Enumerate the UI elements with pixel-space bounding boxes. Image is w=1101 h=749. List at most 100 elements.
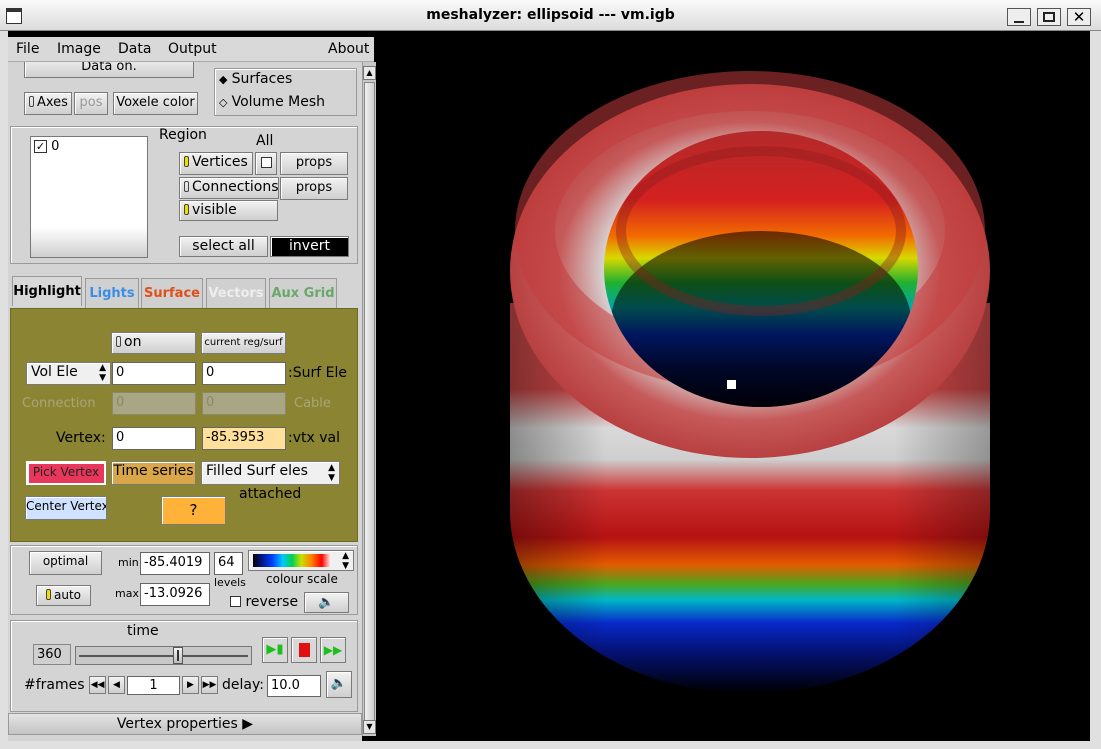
time-series-button[interactable]: Time series <box>111 461 196 485</box>
menu-image[interactable]: Image <box>57 41 101 57</box>
window-border-left <box>0 31 8 749</box>
region-list-item[interactable]: ✓ 0 <box>34 139 59 154</box>
menu-output[interactable]: Output <box>168 41 217 57</box>
delay-input[interactable]: 10.0 <box>267 675 321 697</box>
connections-props-button[interactable]: props <box>280 177 348 200</box>
step-play-button[interactable]: ▶▮ <box>262 637 288 663</box>
vertex-label: Vertex: <box>56 430 106 446</box>
title-bar: meshalyzer: ellipsoid --- vm.igb ✕ <box>0 0 1101 31</box>
menu-data[interactable]: Data <box>118 41 151 57</box>
stop-button[interactable] <box>291 637 317 663</box>
connections-button[interactable]: Connections <box>179 177 279 199</box>
colour-scale-label: colour scale <box>266 572 338 586</box>
vtx-val-label: :vtx val <box>288 430 340 446</box>
current-reg-surf-button[interactable]: current reg/surf <box>201 332 286 354</box>
invert-button[interactable]: invert <box>270 236 349 257</box>
scroll-up-button[interactable]: ▲ <box>363 66 376 80</box>
voxele-color-button[interactable]: Voxele color <box>113 92 198 115</box>
fast-forward-icon: ▶▶ <box>323 643 343 657</box>
vertices-props-button[interactable]: props <box>280 152 348 175</box>
expand-arrow-icon: ▶ <box>242 716 254 732</box>
tab-vectors[interactable]: Vectors <box>206 278 266 308</box>
region-list[interactable]: ✓ 0 <box>30 136 148 258</box>
highlight-on-button[interactable]: on <box>111 332 196 354</box>
time-slider-thumb[interactable] <box>173 647 183 664</box>
speaker-icon: 🔈 <box>330 676 348 691</box>
delay-label: delay: <box>222 677 264 693</box>
volume-mesh-radio[interactable]: ◇ Volume Mesh <box>219 94 325 110</box>
max-input[interactable]: -13.0926 <box>140 583 210 606</box>
panel-scrollbar[interactable]: ▲ ▼ <box>362 62 376 736</box>
reverse-checkbox[interactable]: reverse <box>230 594 298 610</box>
time-sound-button[interactable]: 🔈 <box>326 671 352 698</box>
axes-button[interactable]: Axes <box>24 92 72 115</box>
help-button[interactable]: ? <box>161 496 226 525</box>
time-slider-track <box>79 655 248 657</box>
auto-button[interactable]: auto <box>36 585 91 606</box>
vertices-button[interactable]: Vertices <box>179 152 253 175</box>
tab-lights[interactable]: Lights <box>85 278 139 308</box>
3d-viewer[interactable] <box>378 31 1088 741</box>
center-vertex-button[interactable]: Center Vertex <box>25 496 107 520</box>
cable-input[interactable]: 0 <box>202 392 286 415</box>
colour-sound-button[interactable]: 🔈 <box>304 592 349 613</box>
vertices-indicator <box>184 156 189 167</box>
visible-button[interactable]: visible <box>179 200 278 221</box>
minimize-button[interactable] <box>1007 8 1031 26</box>
spinner-icon: ▲ ▼ <box>328 463 335 483</box>
menu-bar: File Image Data Output About <box>8 37 374 62</box>
filled-surf-eles-select[interactable]: Filled Surf eles ▲ ▼ <box>201 461 340 485</box>
close-button[interactable]: ✕ <box>1067 8 1091 26</box>
tab-highlight[interactable]: Highlight <box>12 276 82 306</box>
radio-off-icon: ◇ <box>219 96 228 109</box>
menu-file[interactable]: File <box>16 41 39 57</box>
ellipsoid-render[interactable] <box>378 31 1088 741</box>
pick-vertex-button[interactable]: Pick Vertex <box>26 461 106 485</box>
on-label: on <box>124 334 142 350</box>
time-value-input[interactable]: 360 <box>33 644 71 665</box>
levels-input[interactable]: 64 <box>214 552 243 575</box>
frames-label: #frames <box>24 677 85 693</box>
connections-indicator <box>184 181 189 192</box>
vol-ele-input[interactable]: 0 <box>112 362 196 385</box>
time-slider[interactable] <box>75 646 252 665</box>
spinner-icon: ▲ ▼ <box>99 363 106 383</box>
colour-scale-select[interactable]: ▲ ▼ <box>248 550 354 571</box>
attached-label: attached <box>239 486 302 502</box>
stop-icon <box>298 643 310 657</box>
optimal-button[interactable]: optimal <box>29 551 102 575</box>
scroll-thumb[interactable] <box>364 82 375 722</box>
picked-vertex-marker <box>727 380 736 389</box>
spinner-icon: ▲ ▼ <box>342 551 349 571</box>
menu-about[interactable]: About <box>328 41 369 57</box>
radio-on-icon: ◆ <box>219 73 228 86</box>
vol-ele-select[interactable]: Vol Ele ▲ ▼ <box>26 362 111 385</box>
tab-surface[interactable]: Surface <box>141 278 203 308</box>
prev-frame-button[interactable]: ◀ <box>108 676 125 694</box>
surf-ele-label: :Surf Ele <box>288 365 347 381</box>
frame-input[interactable]: 1 <box>127 676 180 695</box>
vertex-properties-toggle[interactable]: Vertex properties ▶ <box>8 713 362 735</box>
last-frame-icon: ▶▶ <box>202 680 217 690</box>
vertex-input[interactable]: 0 <box>112 427 196 450</box>
all-checkbox[interactable] <box>255 152 277 175</box>
last-frame-button[interactable]: ▶▶ <box>201 676 218 694</box>
vertices-label: Vertices <box>192 154 248 170</box>
fast-forward-button[interactable]: ▶▶ <box>320 637 346 663</box>
data-on-button[interactable]: Data on. <box>24 62 194 78</box>
maximize-button[interactable] <box>1037 8 1061 26</box>
connection-input[interactable]: 0 <box>112 392 196 415</box>
scroll-down-button[interactable]: ▼ <box>363 720 376 734</box>
vol-ele-label: Vol Ele <box>31 364 78 380</box>
pos-button[interactable]: pos <box>74 92 108 115</box>
tab-aux-grid[interactable]: Aux Grid <box>269 278 337 308</box>
surfaces-radio[interactable]: ◆ Surfaces <box>219 71 292 87</box>
first-frame-button[interactable]: ◀◀ <box>89 676 106 694</box>
cable-label: Cable <box>294 396 331 411</box>
surf-ele-input[interactable]: 0 <box>202 362 286 385</box>
control-panel: Data on. Axes pos Voxele color ◆ Surface… <box>8 62 362 741</box>
select-all-button[interactable]: select all <box>179 236 268 257</box>
next-frame-button[interactable]: ▶ <box>182 676 199 694</box>
min-input[interactable]: -85.4019 <box>140 552 210 575</box>
volume-mesh-label: Volume Mesh <box>231 94 325 110</box>
